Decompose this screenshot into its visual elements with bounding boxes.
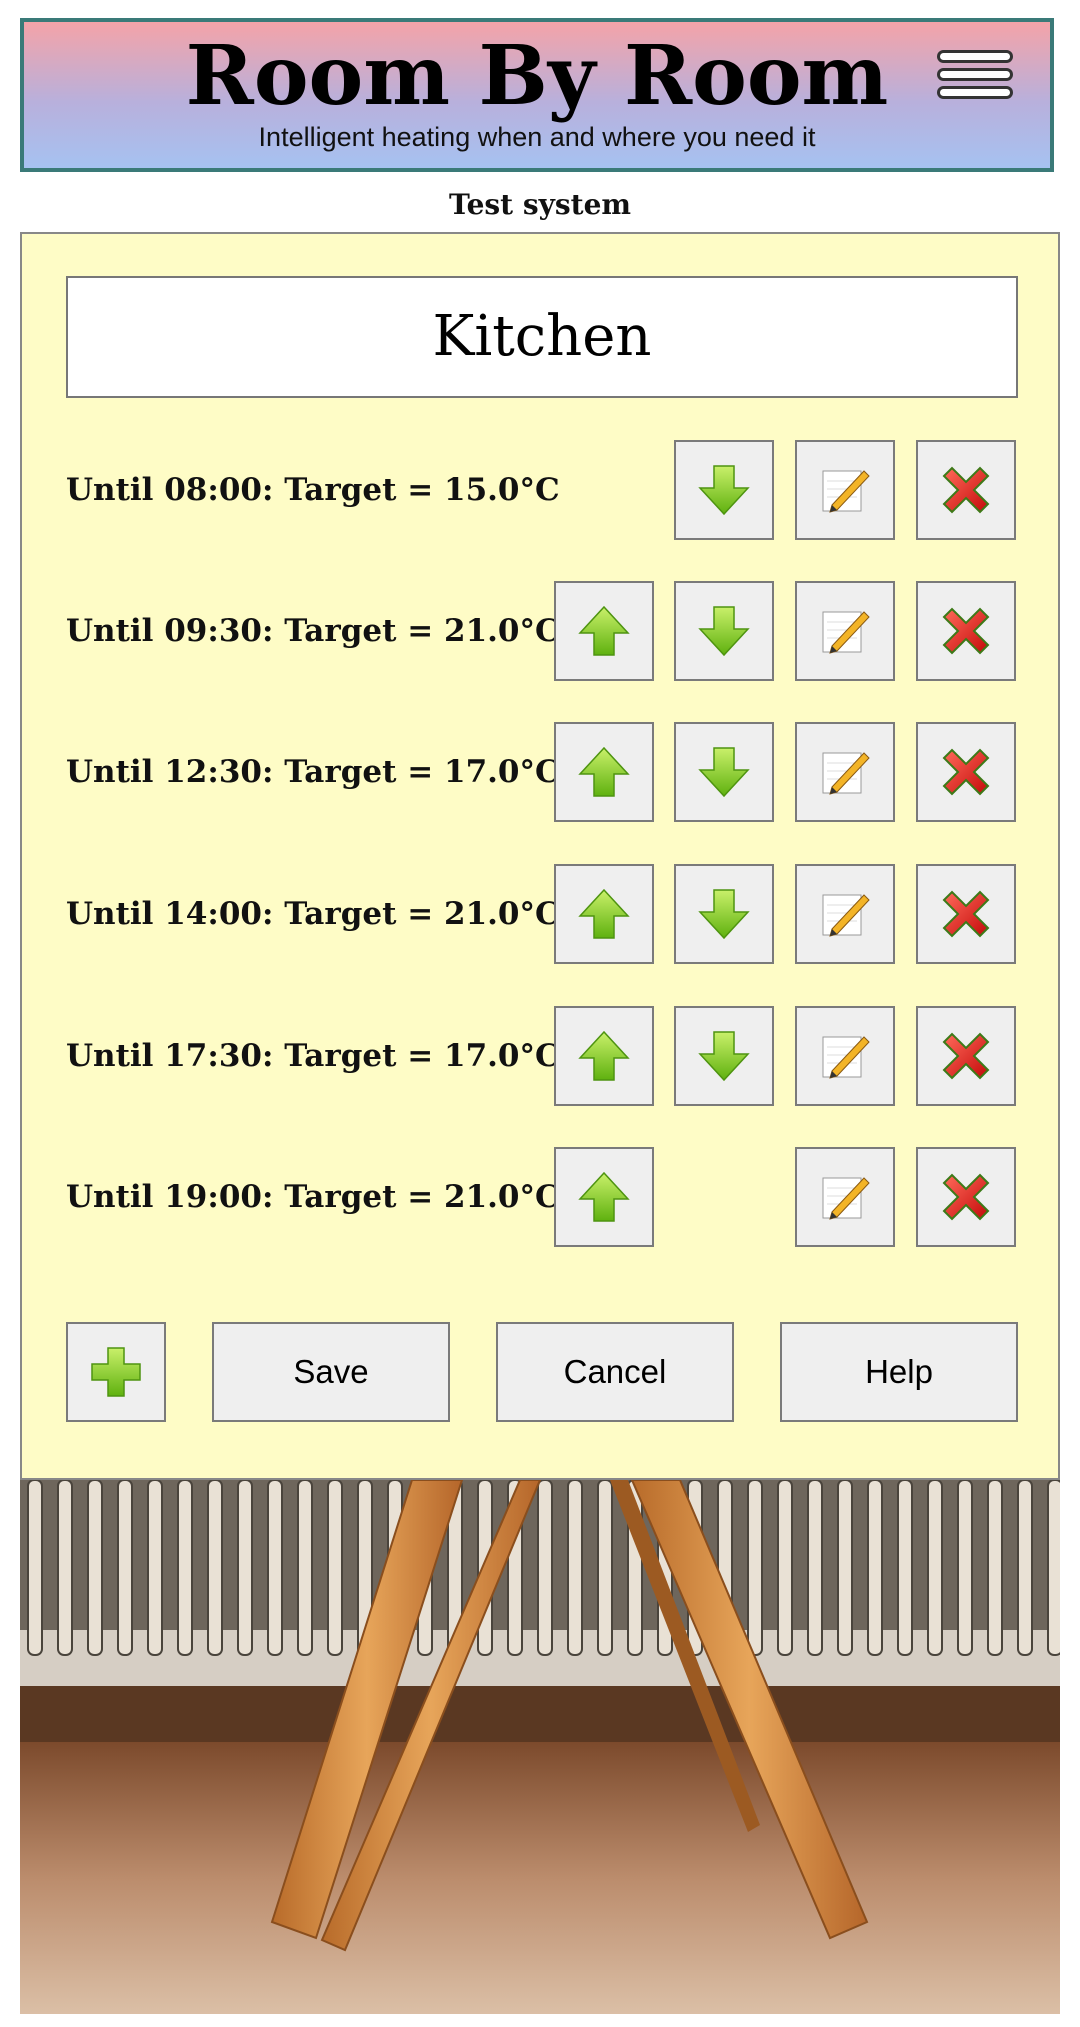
schedule-row: Until 17:30: Target = 17.0°C xyxy=(22,1006,1058,1106)
delete-button[interactable] xyxy=(916,864,1016,964)
move-up-button[interactable] xyxy=(554,1147,654,1247)
red-x-icon xyxy=(942,607,990,655)
green-up-arrow-icon xyxy=(578,605,630,656)
system-name: Test system xyxy=(448,188,632,221)
delete-button[interactable] xyxy=(916,1147,1016,1247)
app-header: Room By Room Intelligent heating when an… xyxy=(20,18,1054,172)
pencil-notepad-icon xyxy=(822,611,870,654)
delete-button[interactable] xyxy=(916,581,1016,681)
green-up-arrow-icon xyxy=(578,746,630,797)
delete-button[interactable] xyxy=(916,722,1016,822)
schedule-row-label: Until 09:30: Target = 21.0°C xyxy=(66,613,560,649)
plus-icon xyxy=(91,1347,141,1397)
move-up-button[interactable] xyxy=(554,1006,654,1106)
green-down-arrow-icon xyxy=(698,606,750,657)
schedule-row: Until 19:00: Target = 21.0°C xyxy=(22,1147,1058,1247)
edit-button[interactable] xyxy=(795,1006,895,1106)
delete-button[interactable] xyxy=(916,1006,1016,1106)
green-up-arrow-icon xyxy=(578,1171,630,1222)
schedule-row-label: Until 14:00: Target = 21.0°C xyxy=(66,896,560,932)
edit-button[interactable] xyxy=(795,581,895,681)
pencil-notepad-icon xyxy=(822,1177,870,1220)
app-subtitle: Intelligent heating when and where you n… xyxy=(258,122,816,152)
edit-button[interactable] xyxy=(795,440,895,540)
pencil-notepad-icon xyxy=(822,1036,870,1079)
schedule-row: Until 12:30: Target = 17.0°C xyxy=(22,722,1058,822)
add-entry-button[interactable] xyxy=(66,1322,166,1422)
schedule-row-label: Until 08:00: Target = 15.0°C xyxy=(66,472,560,508)
delete-button[interactable] xyxy=(916,440,1016,540)
red-x-icon xyxy=(942,748,990,796)
schedule-row: Until 08:00: Target = 15.0°C xyxy=(22,440,1058,540)
schedule-panel: Kitchen Until 08:00: Target = 15.0°C Unt… xyxy=(20,232,1060,1480)
schedule-row: Until 14:00: Target = 21.0°C xyxy=(22,864,1058,964)
move-up-button[interactable] xyxy=(554,864,654,964)
move-down-button[interactable] xyxy=(674,1006,774,1106)
move-up-button[interactable] xyxy=(554,581,654,681)
move-up-button[interactable] xyxy=(554,722,654,822)
cancel-button[interactable]: Cancel xyxy=(496,1322,734,1422)
green-up-arrow-icon xyxy=(578,1030,630,1081)
move-down-button[interactable] xyxy=(674,864,774,964)
pencil-notepad-icon xyxy=(822,470,870,513)
schedule-row-label: Until 17:30: Target = 17.0°C xyxy=(66,1038,560,1074)
app-title: Room By Room xyxy=(185,28,889,124)
schedule-row-label: Until 12:30: Target = 17.0°C xyxy=(66,754,560,790)
green-up-arrow-icon xyxy=(578,888,630,939)
green-down-arrow-icon xyxy=(698,465,750,516)
help-button[interactable]: Help xyxy=(780,1322,1018,1422)
move-down-button[interactable] xyxy=(674,440,774,540)
pencil-notepad-icon xyxy=(822,752,870,795)
green-down-arrow-icon xyxy=(698,889,750,940)
schedule-row: Until 09:30: Target = 21.0°C xyxy=(22,581,1058,681)
red-x-icon xyxy=(942,1173,990,1221)
move-down-button[interactable] xyxy=(674,581,774,681)
pencil-notepad-icon xyxy=(822,894,870,937)
hamburger-menu-icon[interactable] xyxy=(935,42,1017,108)
schedule-row-label: Until 19:00: Target = 21.0°C xyxy=(66,1179,560,1215)
edit-button[interactable] xyxy=(795,864,895,964)
edit-button[interactable] xyxy=(795,1147,895,1247)
save-button[interactable]: Save xyxy=(212,1322,450,1422)
green-down-arrow-icon xyxy=(698,747,750,798)
move-down-button[interactable] xyxy=(674,722,774,822)
room-name: Kitchen xyxy=(66,276,1018,398)
red-x-icon xyxy=(942,1032,990,1080)
red-x-icon xyxy=(942,466,990,514)
red-x-icon xyxy=(942,890,990,938)
edit-button[interactable] xyxy=(795,722,895,822)
background-photo xyxy=(20,1479,1063,2014)
green-down-arrow-icon xyxy=(698,1031,750,1082)
